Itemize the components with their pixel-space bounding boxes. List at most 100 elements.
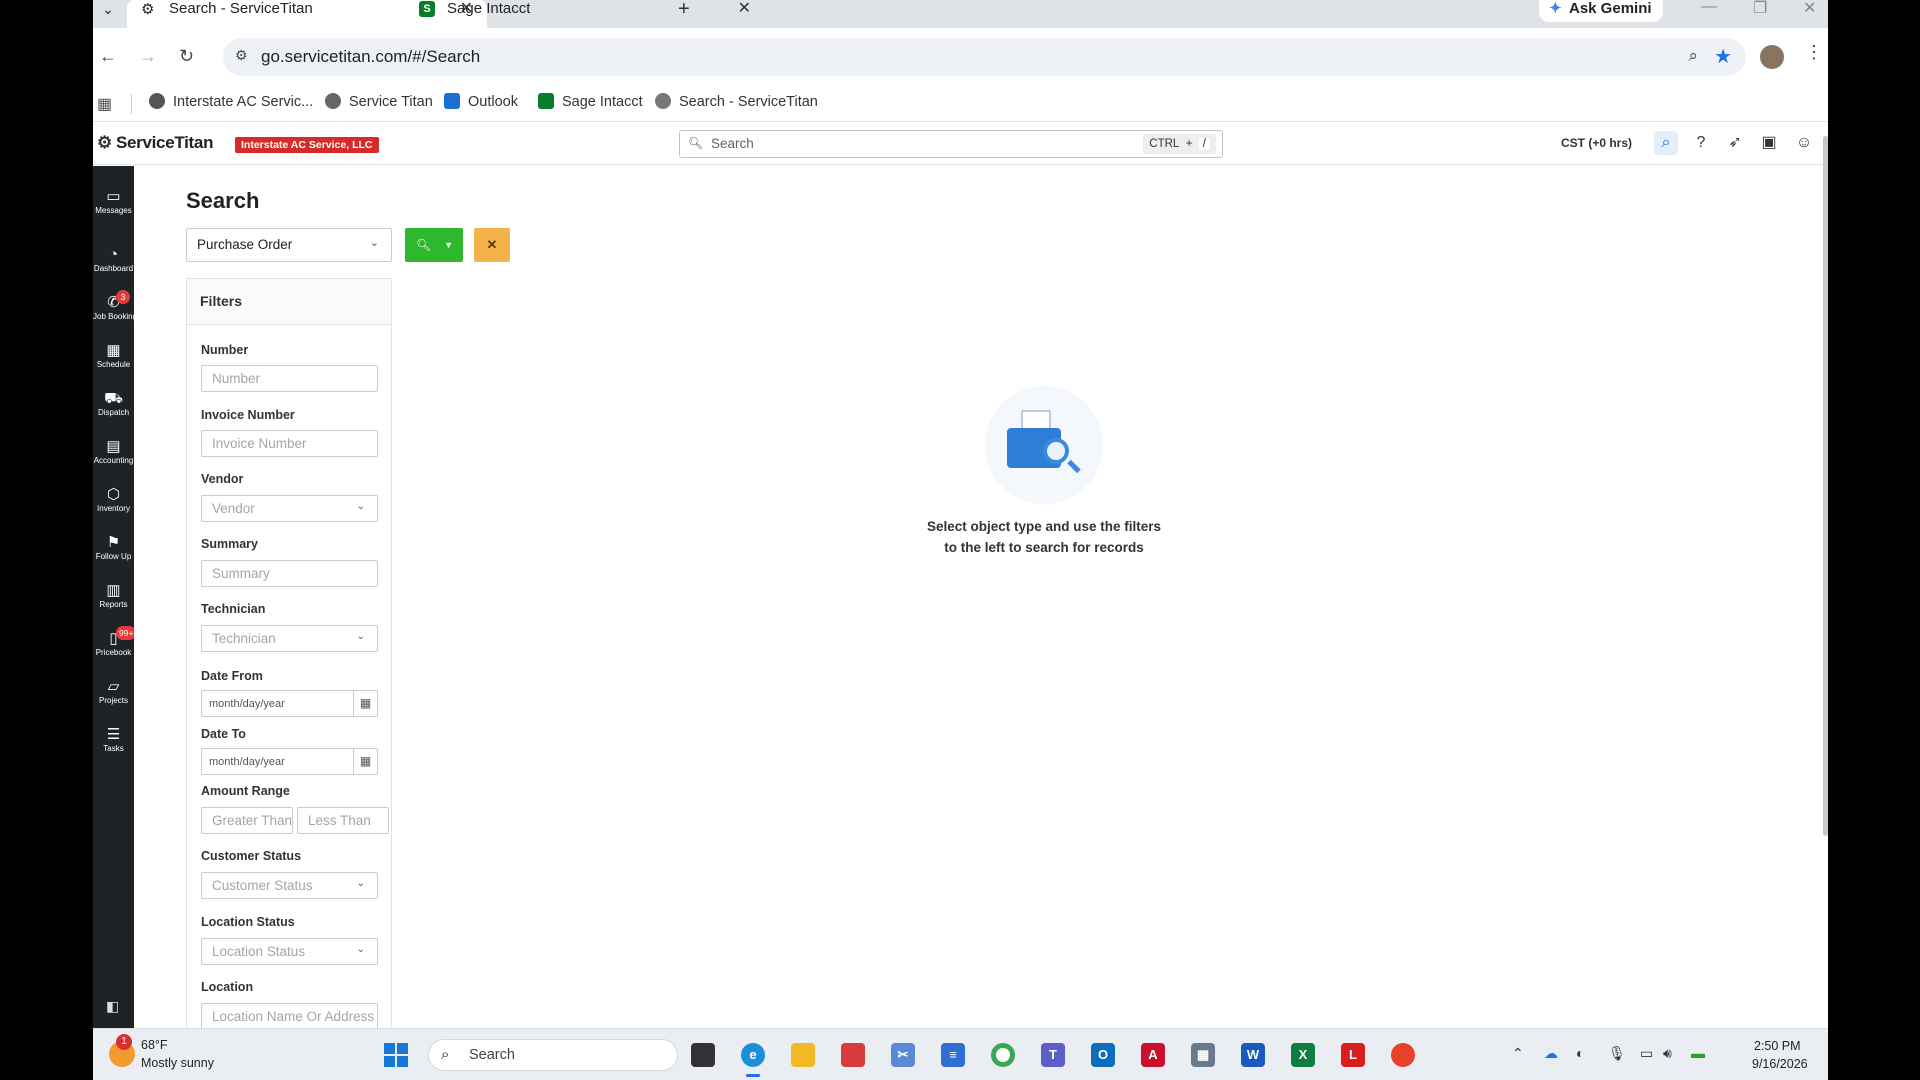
profile-avatar[interactable] [1760,45,1784,69]
nav-pricebook[interactable]: ▯ Pricebook 99+ [93,624,137,668]
invoice-number-input[interactable]: Invoice Number [201,430,378,457]
caret-down-icon[interactable]: ▼ [444,228,453,262]
summary-input[interactable]: Summary [201,560,378,587]
l-app-icon[interactable]: L [1341,1043,1365,1067]
magnifier-handle [1067,459,1081,474]
location-status-select[interactable]: Location Status ⌄ [201,938,378,965]
volume-icon[interactable]: 🔊︎ [1663,1045,1672,1062]
page-scrollbar[interactable] [1823,136,1828,836]
chrome-menu-icon[interactable]: ⋮ [1805,42,1823,63]
powerpoint-icon[interactable] [1391,1043,1415,1067]
collapse-nav-icon[interactable]: ◧ [106,998,119,1015]
reload-icon[interactable]: ↻ [179,46,194,67]
zoom-icon[interactable]: ⌕ [1688,46,1698,66]
url-text[interactable]: go.servicetitan.com/#/Search [261,47,480,67]
customer-status-select[interactable]: Customer Status ⌄ [201,872,378,899]
amount-range-label: Amount Range [201,784,290,798]
notepad-icon[interactable]: ≡ [941,1043,965,1067]
global-search-input[interactable]: 🔍︎ Search CTRL + / [679,130,1223,158]
bookmark-interstate[interactable]: Interstate AC Servic... [149,93,313,110]
nav-tasks[interactable]: ☰ Tasks [93,720,134,764]
summary-label: Summary [201,537,258,551]
amount-greater-than-input[interactable]: Greater Than [201,807,293,834]
search-button[interactable]: 🔍︎ ▼ [405,228,463,262]
omnibox[interactable]: ⚙ go.servicetitan.com/#/Search ⌕ ★ [223,38,1746,76]
bookmark-outlook[interactable]: Outlook [444,93,518,110]
date-from-input[interactable]: month/day/year ▦ [201,690,378,717]
chrome-icon[interactable] [991,1043,1015,1067]
window-close-icon[interactable]: ✕ [1803,0,1816,18]
excel-icon[interactable]: X [1291,1043,1315,1067]
help-icon[interactable]: ? [1689,131,1713,155]
tab-sage-intacct[interactable]: S Sage Intacct ✕ [405,0,765,28]
nav-job-booking[interactable]: ✆ Job Booking 3 [93,288,134,332]
calendar-icon[interactable]: ▦ [353,749,377,774]
user-menu-icon[interactable]: ☺ [1792,131,1816,155]
nav-messages[interactable]: ▭ Messages [93,182,134,226]
file-explorer-icon[interactable] [791,1043,815,1067]
teams-icon[interactable]: T [1041,1043,1065,1067]
calendar-icon[interactable]: ▦ [353,691,377,716]
tab-search-icon[interactable]: ⌄ [97,0,119,20]
nav-follow-up[interactable]: ⚑ Follow Up [93,528,134,572]
network-icon[interactable]: ▭ [1640,1045,1653,1062]
nav-dashboard[interactable]: ◔ Dashboard [93,240,134,284]
nav-projects[interactable]: ▱ Projects [93,672,134,716]
minimize-icon[interactable]: — [1701,0,1717,16]
amount-less-than-input[interactable]: Less Than [297,807,389,834]
location-input[interactable]: Location Name Or Address [201,1003,378,1030]
nav-schedule[interactable]: ▦ Schedule [93,336,134,380]
apps-grid-icon[interactable]: ▦ [97,94,112,114]
back-icon[interactable]: ← [99,46,117,67]
task-view-icon[interactable] [691,1043,715,1067]
weather-temperature[interactable]: 68°F [141,1038,168,1052]
site-settings-icon[interactable]: ⚙ [235,47,248,64]
new-tab-button[interactable]: + [678,0,690,21]
pdf-app-icon[interactable] [841,1043,865,1067]
outlook-icon[interactable]: O [1091,1043,1115,1067]
acrobat-icon[interactable]: A [1141,1043,1165,1067]
nav-dispatch[interactable]: ⛟ Dispatch [93,384,134,428]
nav-reports[interactable]: ▥ Reports [93,576,134,620]
clear-button[interactable]: ✕ [474,228,510,262]
ask-gemini-button[interactable]: ✦ Ask Gemini [1539,0,1663,22]
weather-description[interactable]: Mostly sunny [141,1056,214,1070]
nav-accounting[interactable]: ▤ Accounting [93,432,134,476]
close-icon[interactable]: ✕ [738,0,751,18]
marketplace-icon[interactable]: ▣ [1757,131,1781,155]
rocket-icon[interactable]: ➶ [1723,131,1747,155]
windows-start-icon[interactable] [384,1043,408,1067]
onedrive-icon[interactable]: ☁ [1544,1045,1558,1062]
clock-date[interactable]: 9/16/2026 [1752,1057,1808,1071]
object-type-select[interactable]: Purchase Order ⌄ [186,228,392,262]
forward-icon[interactable]: → [139,46,157,67]
nav-label: Projects [99,696,128,705]
nav-inventory[interactable]: ⬡ Inventory [93,480,134,524]
search-page: Search Purchase Order ⌄ 🔍︎ ▼ ✕ Filters Nu… [134,166,1828,1048]
tray-app-icon[interactable]: ◐ [1576,1045,1584,1061]
filters-panel: Filters Number Number Invoice Number Inv… [186,278,392,1048]
technician-select[interactable]: Technician ⌄ [201,625,378,652]
search-records-icon[interactable]: ⌕ [1654,131,1678,155]
empty-state-message: Select object type and use the filters t… [894,516,1194,558]
servicetitan-logo[interactable]: ⚙ ServiceTitan [97,133,213,153]
microphone-icon[interactable]: 🎙︎ [1608,1045,1626,1062]
taskbar-search[interactable]: ⌕ Search [428,1039,678,1071]
calculator-icon[interactable]: ▦ [1191,1043,1215,1067]
bookmark-servicetitan[interactable]: Service Titan [325,93,433,110]
number-input[interactable]: Number [201,365,378,392]
folder-search-icon [985,386,1103,504]
battery-icon[interactable]: ▬ [1691,1045,1705,1061]
tray-chevron-icon[interactable]: ⌃ [1512,1045,1524,1062]
bookmark-star-icon[interactable]: ★ [1714,44,1732,69]
date-to-input[interactable]: month/day/year ▦ [201,748,378,775]
restore-icon[interactable]: ❐ [1753,0,1767,18]
snipping-tool-icon[interactable]: ✂ [891,1043,915,1067]
invoice-number-label: Invoice Number [201,408,295,422]
word-icon[interactable]: W [1241,1043,1265,1067]
vendor-select[interactable]: Vendor ⌄ [201,495,378,522]
bookmark-sage[interactable]: Sage Intacct [538,93,643,110]
edge-icon[interactable]: e [741,1043,765,1067]
bookmark-search-servicetitan[interactable]: Search - ServiceTitan [655,93,818,110]
clock-time[interactable]: 2:50 PM [1754,1039,1801,1053]
